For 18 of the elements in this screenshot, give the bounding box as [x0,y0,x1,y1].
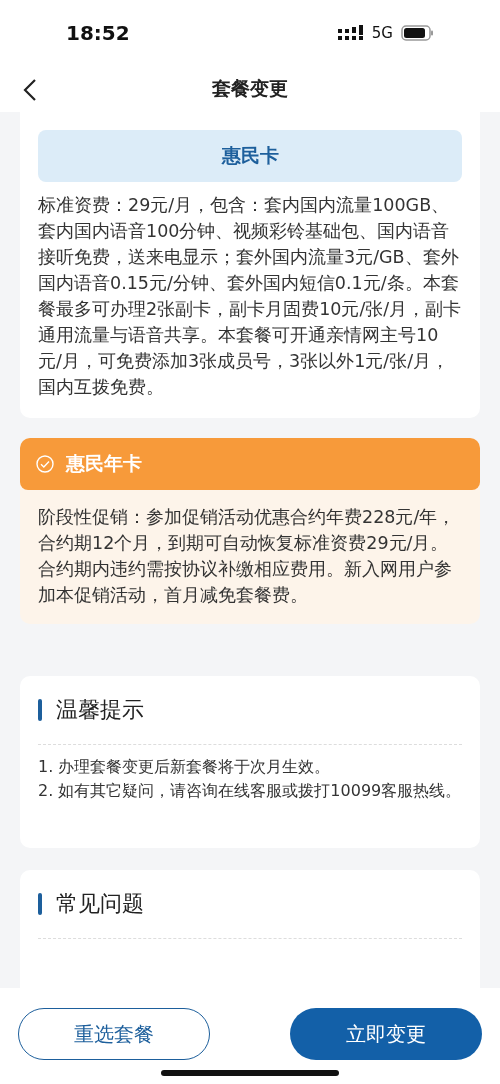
section-marker [38,699,42,721]
tip-text: 2. 如有其它疑问，请咨询在线客服或拨打10099客服热线。 [38,780,462,802]
section-title: 温馨提示 [56,696,144,724]
plan-description: 标准资费：29元/月，包含：套内国内流量100GB、套内国内语音100分钟、视频彩铃基础包、国内语音接听免费，送来电显示；套外国内流量3元/GB、套外国内语音0.15元/分钟、套外国内短信0.1元/条。本套餐最多可办理2张副卡，副卡月固费10元/张/月，副卡通用流量与语音共享。本套餐可开通亲情网主号10元/月，可免费添加3张成员号，3张以外1元/张/月，国内互拨免费。 [38,194,462,399]
status-time: 18:52 [66,21,131,45]
back-icon [22,78,38,102]
reselect-plan-button[interactable]: 重选套餐 [18,1008,210,1060]
network-type: 5G [371,24,393,42]
section-marker [38,893,42,915]
plan-description: 阶段性促销：参加促销活动优惠合约年费228元/年，合约期12个月，到期可自动恢复标准资费29元/月。合约期内违约需按协议补缴相应费用。新入网用户参加本促销活动，首月减免套餐费。 [37,506,457,607]
plan-option[interactable]: 惠民卡 [38,130,462,182]
confirm-change-button[interactable]: 立即变更 [290,1008,482,1060]
page-title: 套餐变更 [212,76,288,101]
signal-icon [337,25,364,41]
section-title: 常见问题 [56,890,144,918]
check-circle-icon [36,455,54,473]
tip-text: 1. 办理套餐变更后新套餐将于次月生效。 [38,756,332,778]
battery-icon [401,25,434,41]
